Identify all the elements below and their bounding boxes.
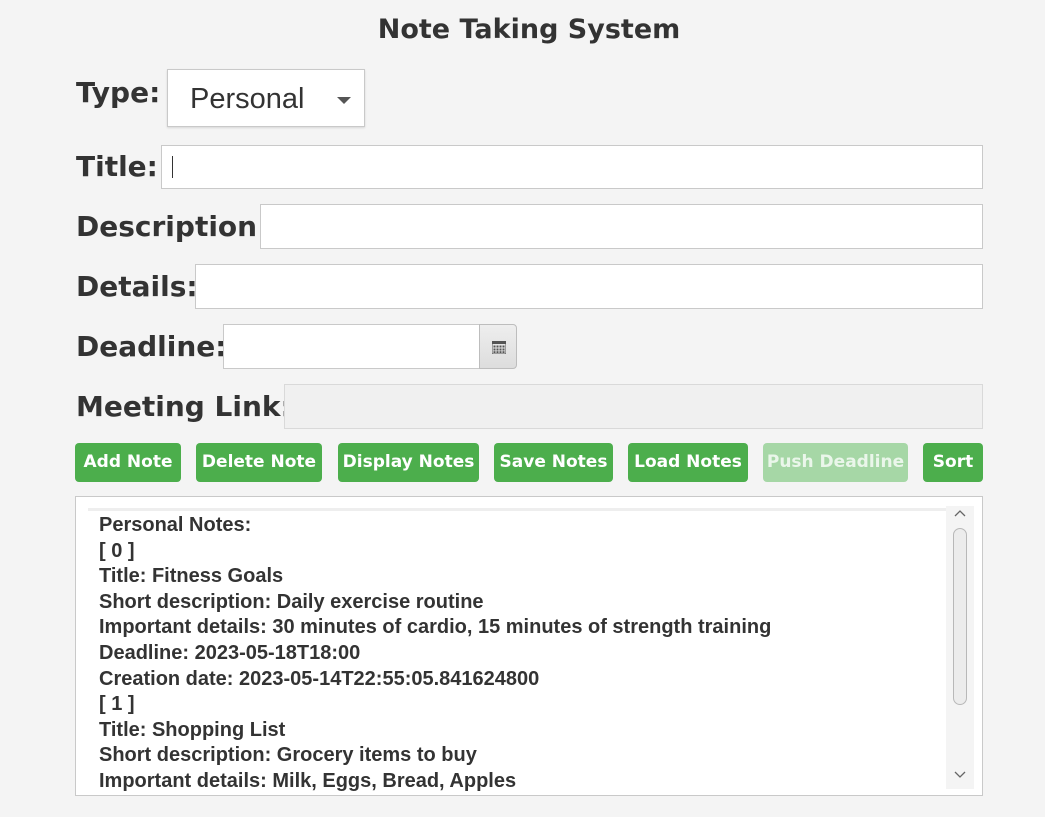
description-input[interactable] xyxy=(260,204,983,249)
chevron-down-icon xyxy=(337,97,351,104)
output-line: [ 1 ] xyxy=(99,693,135,716)
notes-output-text: Personal Notes: [ 0 ] Title: Fitness Goa… xyxy=(99,513,949,795)
details-input[interactable] xyxy=(195,264,983,309)
title-input[interactable] xyxy=(161,145,983,189)
add-note-button[interactable]: Add Note xyxy=(75,443,181,482)
notes-output-textarea[interactable]: Personal Notes: [ 0 ] Title: Fitness Goa… xyxy=(75,496,983,796)
meeting-link-label: Meeting Link: xyxy=(76,390,292,423)
title-label: Title: xyxy=(76,150,158,183)
chevron-down-icon[interactable] xyxy=(954,768,966,780)
scrollbar-thumb[interactable] xyxy=(953,528,967,705)
description-label: Description: xyxy=(76,210,269,243)
display-notes-button[interactable]: Display Notes xyxy=(338,443,479,482)
delete-note-button[interactable]: Delete Note xyxy=(196,443,322,482)
page-title: Note Taking System xyxy=(377,14,681,45)
output-line: Personal Notes: xyxy=(99,514,252,536)
output-line: Short description: Daily exercise routin… xyxy=(99,590,484,613)
type-selected-value: Personal xyxy=(190,83,305,115)
output-line: Deadline: 2023-05-18T18:00 xyxy=(99,641,361,664)
output-line: Creation date: 2023-05-14T22:55:05.84162… xyxy=(99,667,540,690)
sort-button[interactable]: Sort xyxy=(923,443,983,482)
type-dropdown[interactable]: Personal xyxy=(167,69,365,127)
note-taking-window: Note Taking System Type: Personal Title:… xyxy=(0,0,1045,817)
output-line: Short description: Grocery items to buy xyxy=(99,744,477,767)
deadline-label: Deadline: xyxy=(76,330,227,363)
details-label: Details: xyxy=(76,270,198,303)
vertical-scrollbar[interactable] xyxy=(946,506,974,789)
date-picker-button[interactable] xyxy=(479,324,517,369)
output-top-divider xyxy=(88,508,948,511)
output-line: [ 0 ] xyxy=(99,539,135,562)
output-line: Title: Shopping List xyxy=(99,718,286,741)
output-line: Important details: Milk, Eggs, Bread, Ap… xyxy=(99,769,517,792)
output-line: Title: Fitness Goals xyxy=(99,565,284,588)
chevron-up-icon[interactable] xyxy=(954,508,966,520)
save-notes-button[interactable]: Save Notes xyxy=(494,443,613,482)
text-cursor xyxy=(172,156,173,178)
meeting-link-input[interactable] xyxy=(284,384,983,429)
push-deadline-button[interactable]: Push Deadline xyxy=(763,443,908,482)
deadline-input[interactable] xyxy=(223,324,480,369)
type-label: Type: xyxy=(76,76,161,109)
load-notes-button[interactable]: Load Notes xyxy=(628,443,748,482)
calendar-icon xyxy=(492,341,506,354)
output-line: Important details: 30 minutes of cardio,… xyxy=(99,616,772,639)
